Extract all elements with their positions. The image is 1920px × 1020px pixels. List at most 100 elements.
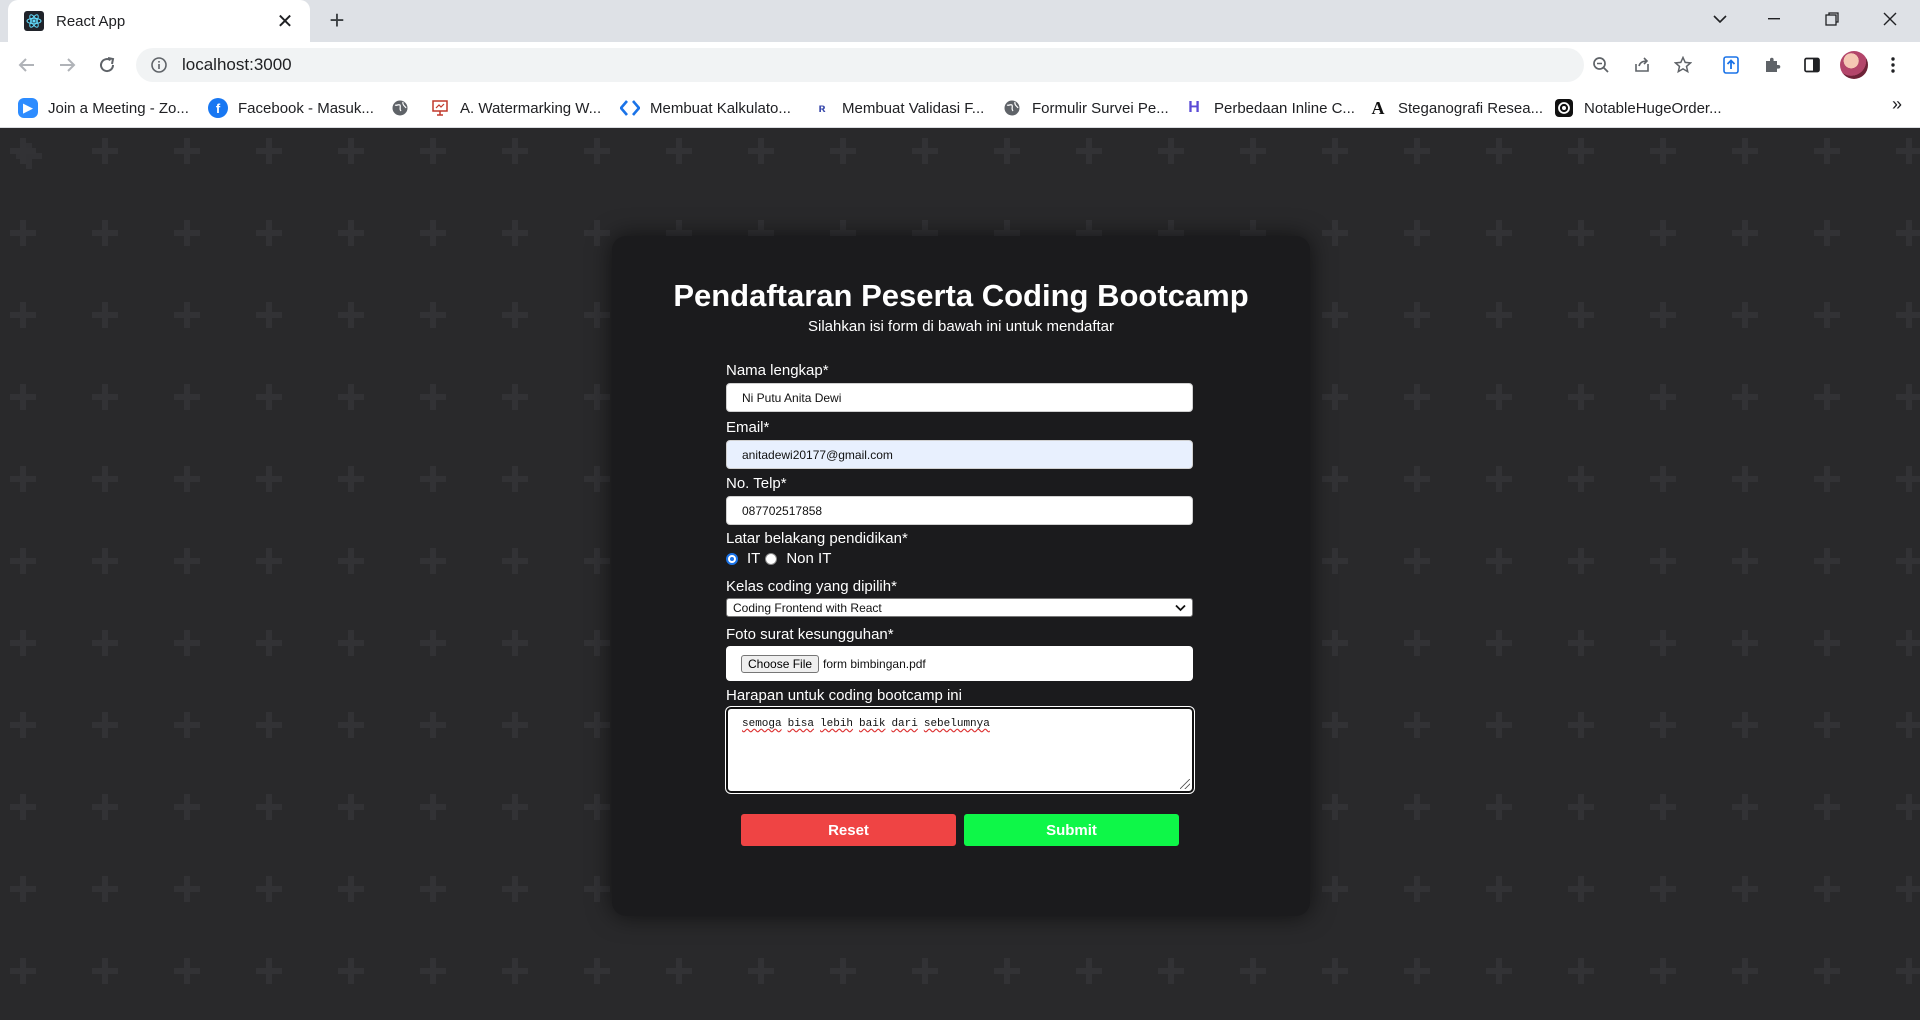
plus-pattern-mark [256, 220, 282, 246]
plus-pattern-mark [174, 630, 200, 656]
plus-pattern-mark [584, 958, 610, 984]
side-panel-icon[interactable] [1797, 50, 1827, 80]
tab-strip: React App ✕ + [0, 0, 1920, 42]
bookmarks-overflow-icon[interactable]: » [1892, 94, 1902, 115]
zoom-icon[interactable] [1586, 50, 1616, 80]
plus-pattern-mark [1568, 466, 1594, 492]
textarea-word: dari [891, 718, 918, 730]
bookmark-item[interactable] [390, 96, 420, 120]
bookmarks-bar: ▶ Join a Meeting - Zo... f Facebook - Ma… [0, 88, 1920, 128]
minimize-icon[interactable] [1754, 0, 1794, 38]
profile-avatar[interactable] [1840, 51, 1868, 79]
extensions-puzzle-icon[interactable] [1757, 50, 1787, 80]
plus-pattern-mark [174, 876, 200, 902]
bookmark-item[interactable]: A. Watermarking W... [430, 96, 601, 120]
plus-pattern-mark [92, 302, 118, 328]
plus-pattern-mark [1486, 712, 1512, 738]
plus-pattern-mark [338, 958, 364, 984]
file-input: Choose File form bimbingan.pdf [726, 646, 1193, 681]
share-icon[interactable] [1627, 50, 1657, 80]
bookmark-star-icon[interactable] [1668, 50, 1698, 80]
textarea-word: semoga [742, 718, 782, 730]
plus-pattern-mark [1814, 138, 1840, 164]
reload-icon[interactable] [93, 51, 121, 79]
plus-pattern-mark [994, 138, 1020, 164]
email-input[interactable]: anitadewi20177@gmail.com [726, 440, 1193, 469]
url-text: localhost:3000 [182, 55, 292, 74]
plus-pattern-mark [338, 384, 364, 410]
bookmark-item[interactable]: A Steganografi Resea... [1368, 96, 1544, 120]
plus-pattern-mark [1896, 794, 1920, 820]
bookmark-label: Membuat Kalkulato... [650, 99, 791, 117]
bookmark-label: NotableHugeOrder... [1584, 99, 1722, 117]
menu-kebab-icon[interactable] [1878, 50, 1908, 80]
plus-pattern-mark [92, 138, 118, 164]
reset-button[interactable]: Reset [741, 814, 956, 846]
plus-pattern-mark [92, 958, 118, 984]
plus-pattern-mark [10, 712, 36, 738]
hope-textarea[interactable]: semoga bisa lebih baik dari sebelumnya [726, 707, 1194, 793]
page-title: Pendaftaran Peserta Coding Bootcamp [673, 278, 1249, 313]
plus-pattern-mark [1404, 466, 1430, 492]
class-select[interactable]: Coding Frontend with React [726, 598, 1193, 617]
plus-pattern-mark [1404, 384, 1430, 410]
address-bar[interactable]: localhost:3000 [136, 48, 1584, 82]
new-tab-icon[interactable]: + [324, 7, 350, 34]
plus-pattern-mark [1814, 220, 1840, 246]
radio-non-it[interactable] [765, 552, 778, 565]
plus-pattern-mark [420, 384, 446, 410]
bookmark-item[interactable]: f Facebook - Masuk... [208, 96, 374, 120]
site-info-icon[interactable] [150, 56, 168, 74]
plus-pattern-mark [92, 794, 118, 820]
plus-pattern-mark [174, 302, 200, 328]
tab-close-icon[interactable]: ✕ [274, 9, 296, 34]
extension-upload-icon[interactable] [1716, 50, 1746, 80]
forward-icon[interactable] [53, 51, 81, 79]
bookmark-item[interactable]: Formulir Survei Pe... [1002, 96, 1169, 120]
resize-grip-icon[interactable] [1180, 779, 1190, 789]
bookmark-item[interactable]: ▶ Join a Meeting - Zo... [18, 96, 189, 120]
tab-search-icon[interactable] [1700, 0, 1740, 38]
plus-pattern-mark [1240, 958, 1266, 984]
bookmark-item[interactable]: Membuat Kalkulato... [620, 96, 791, 120]
plus-pattern-mark [92, 466, 118, 492]
back-icon[interactable] [13, 51, 41, 79]
browser-tab[interactable]: React App ✕ [8, 0, 310, 42]
plus-pattern-mark [1568, 138, 1594, 164]
plus-pattern-mark [1814, 876, 1840, 902]
plus-pattern-mark [92, 384, 118, 410]
browser-toolbar: localhost:3000 [0, 42, 1920, 88]
bookmark-item[interactable]: ʀ Membuat Validasi F... [812, 96, 984, 120]
plus-pattern-mark [1650, 548, 1676, 574]
plus-pattern-mark [174, 548, 200, 574]
plus-pattern-mark [338, 712, 364, 738]
plus-pattern-mark [10, 138, 36, 164]
submit-button[interactable]: Submit [964, 814, 1179, 846]
plus-pattern-mark [1732, 220, 1758, 246]
plus-pattern-mark [338, 548, 364, 574]
plus-pattern-mark [256, 876, 282, 902]
plus-pattern-mark [1814, 794, 1840, 820]
plus-pattern-mark [10, 302, 36, 328]
plus-pattern-mark [1158, 138, 1184, 164]
close-window-icon[interactable] [1870, 0, 1910, 38]
plus-pattern-mark [1076, 138, 1102, 164]
choose-file-button[interactable]: Choose File [741, 654, 820, 673]
bookmark-item[interactable]: NotableHugeOrder... [1554, 96, 1722, 120]
plus-pattern-mark [830, 958, 856, 984]
plus-pattern-mark [830, 138, 856, 164]
bookmark-item[interactable]: H Perbedaan Inline C... [1184, 96, 1355, 120]
phone-input[interactable]: 087702517858 [726, 496, 1193, 525]
plus-pattern-mark [1896, 548, 1920, 574]
plus-pattern-mark [1814, 384, 1840, 410]
restore-icon[interactable] [1812, 0, 1852, 38]
plus-pattern-mark [256, 384, 282, 410]
name-input[interactable]: Ni Putu Anita Dewi [726, 383, 1193, 412]
textarea-word: bisa [787, 718, 815, 730]
radio-it[interactable] [726, 552, 738, 565]
plus-pattern-mark [1486, 466, 1512, 492]
plus-pattern-mark [338, 302, 364, 328]
plus-pattern-mark [584, 302, 610, 328]
plus-pattern-mark [1486, 876, 1512, 902]
plus-pattern-mark [1568, 958, 1594, 984]
